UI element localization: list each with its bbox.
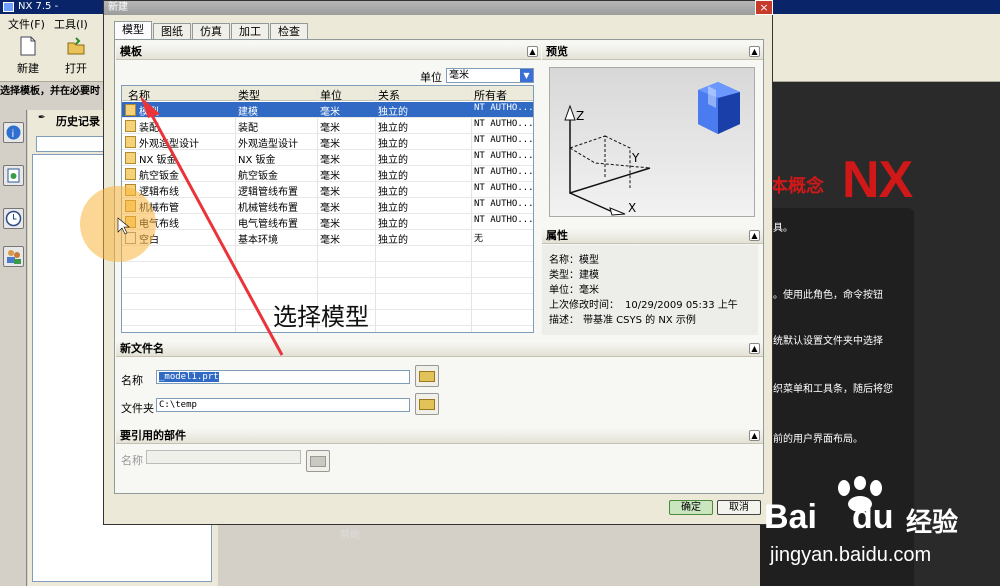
watermark-url: jingyan.baidu.com <box>770 544 932 566</box>
watermark-brand2: du <box>852 498 894 536</box>
watermark-cn: 经验 <box>906 508 959 538</box>
annotation-text: 选择模型 <box>273 303 369 331</box>
baidu-watermark: Bai du 经验 jingyan.baidu.com <box>762 476 1000 586</box>
watermark-brand: Bai <box>764 498 817 536</box>
